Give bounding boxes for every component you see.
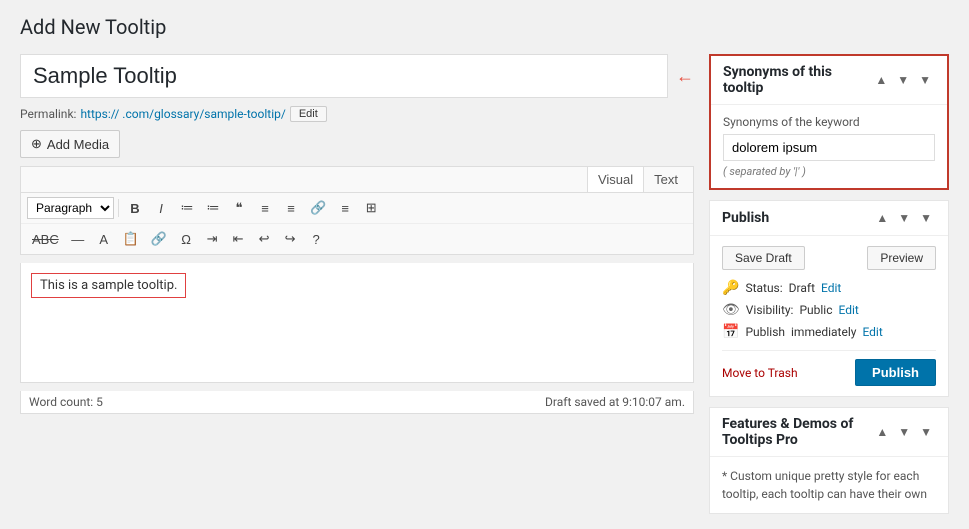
publish-collapse-down-button[interactable]: ▼ (894, 209, 914, 227)
title-input[interactable] (20, 54, 668, 98)
features-box-body: * Custom unique pretty style for each to… (710, 457, 948, 513)
add-media-icon: ⊕ (31, 136, 42, 152)
text-color-button[interactable]: A (92, 229, 116, 250)
synonyms-close-button[interactable]: ▼ (915, 71, 935, 89)
permalink-url[interactable]: https:// .com/glossary/sample-tooltip/ (80, 107, 285, 121)
publish-box-body: Save Draft Preview 🔑 Status: Draft Edit … (710, 236, 948, 396)
undo-button[interactable]: ↩ (252, 228, 276, 250)
toolbar-row-2: ABC — A 📋 🔗 Ω ⇥ ⇤ ↩ ↪ ? (21, 224, 693, 254)
features-box: Features & Demos of Tooltips Pro ▲ ▼ ▼ *… (709, 407, 949, 514)
publish-box-title: Publish (722, 210, 769, 226)
link-button[interactable]: 🔗 (305, 197, 331, 219)
editor-tabs: Visual Text (21, 167, 693, 193)
status-icon: 🔑 (722, 280, 739, 296)
content-area[interactable]: This is a sample tooltip. (20, 263, 694, 383)
status-row: 🔑 Status: Draft Edit (722, 280, 936, 296)
synonyms-box-header: Synonyms of this tooltip ▲ ▼ ▼ (711, 56, 947, 105)
editor-footer: Word count: 5 Draft saved at 9:10:07 am. (20, 391, 694, 414)
word-count: Word count: 5 (29, 395, 103, 409)
permalink-row: Permalink: https:// .com/glossary/sample… (20, 106, 694, 122)
synonyms-box: Synonyms of this tooltip ▲ ▼ ▼ Synonyms … (709, 54, 949, 190)
synonyms-box-controls: ▲ ▼ ▼ (871, 71, 935, 89)
synonyms-collapse-down-button[interactable]: ▼ (893, 71, 913, 89)
indent-button[interactable]: ⇥ (200, 228, 224, 250)
outdent-button[interactable]: ⇤ (226, 228, 250, 250)
tab-text[interactable]: Text (644, 167, 688, 192)
paste-as-text-button[interactable]: 📋 (118, 228, 144, 250)
publish-box: Publish ▲ ▼ ▼ Save Draft Preview 🔑 Statu… (709, 200, 949, 397)
toolbar-row-1: Paragraph B I ≔ ≔ ❝ ≡ ≡ 🔗 ≡ ⊞ (21, 193, 693, 224)
publish-box-header: Publish ▲ ▼ ▼ (710, 201, 948, 236)
visibility-label: Visibility: (746, 303, 794, 317)
toolbar-separator-1 (118, 199, 119, 217)
publish-box-controls: ▲ ▼ ▼ (872, 209, 936, 227)
align-left-button[interactable]: ≡ (253, 198, 277, 219)
italic-button[interactable]: I (149, 198, 173, 219)
page-title: Add New Tooltip (20, 15, 949, 39)
bold-button[interactable]: B (123, 198, 147, 219)
permalink-edit-button[interactable]: Edit (290, 106, 327, 122)
publish-footer: Move to Trash Publish (722, 350, 936, 386)
synonyms-hint: ( separated by '|' ) (723, 165, 935, 178)
move-to-trash-link[interactable]: Move to Trash (722, 366, 798, 380)
publish-button[interactable]: Publish (855, 359, 936, 386)
synonyms-collapse-up-button[interactable]: ▲ (871, 71, 891, 89)
draft-saved: Draft saved at 9:10:07 am. (545, 395, 685, 409)
publish-time-label: Publish (745, 325, 785, 339)
publish-buttons-row: Save Draft Preview (722, 246, 936, 270)
kitchen-sink-button[interactable]: ⊞ (359, 197, 383, 219)
publish-collapse-up-button[interactable]: ▲ (872, 209, 892, 227)
tab-visual[interactable]: Visual (587, 167, 644, 192)
synonyms-label: Synonyms of the keyword (723, 115, 935, 129)
publish-close-button[interactable]: ▼ (916, 209, 936, 227)
synonyms-input[interactable] (723, 134, 935, 161)
publish-time-value: immediately (791, 325, 856, 339)
status-value: Draft (789, 281, 815, 295)
permalink-label: Permalink: (20, 107, 76, 121)
strikethrough-button[interactable]: ABC (27, 229, 64, 250)
calendar-icon: 📅 (722, 324, 739, 340)
help-button[interactable]: ? (304, 229, 328, 250)
special-char-button[interactable]: Ω (174, 229, 198, 250)
status-label: Status: (745, 281, 782, 295)
visibility-row: 👁 Visibility: Public Edit (722, 302, 936, 318)
horizontal-rule-button[interactable]: — (66, 229, 90, 250)
publish-time-edit-link[interactable]: Edit (862, 325, 882, 339)
arrow-icon: ← (676, 66, 694, 87)
visibility-value: Public (799, 303, 832, 317)
align-center-button[interactable]: ≡ (279, 198, 303, 219)
visibility-edit-link[interactable]: Edit (839, 303, 859, 317)
status-edit-link[interactable]: Edit (821, 281, 841, 295)
redo-button[interactable]: ↪ (278, 228, 302, 250)
features-close-button[interactable]: ▼ (916, 423, 936, 441)
blockquote-button[interactable]: ❝ (227, 197, 251, 219)
synonyms-box-title: Synonyms of this tooltip (723, 64, 871, 96)
add-media-button[interactable]: ⊕ Add Media (20, 130, 120, 158)
features-box-controls: ▲ ▼ ▼ (872, 423, 936, 441)
remove-link-button[interactable]: 🔗 (146, 228, 172, 250)
save-draft-button[interactable]: Save Draft (722, 246, 805, 270)
publish-time-row: 📅 Publish immediately Edit (722, 324, 936, 340)
features-collapse-up-button[interactable]: ▲ (872, 423, 892, 441)
content-text: This is a sample tooltip. (31, 273, 186, 298)
unordered-list-button[interactable]: ≔ (175, 197, 199, 219)
features-box-header: Features & Demos of Tooltips Pro ▲ ▼ ▼ (710, 408, 948, 457)
ordered-list-button[interactable]: ≔ (201, 197, 225, 219)
synonyms-box-body: Synonyms of the keyword ( separated by '… (711, 105, 947, 188)
add-media-label: Add Media (47, 137, 109, 152)
features-text: * Custom unique pretty style for each to… (722, 467, 936, 503)
visibility-icon: 👁 (722, 302, 740, 318)
preview-button[interactable]: Preview (867, 246, 936, 270)
features-collapse-down-button[interactable]: ▼ (894, 423, 914, 441)
sidebar: Synonyms of this tooltip ▲ ▼ ▼ Synonyms … (709, 54, 949, 514)
features-box-title: Features & Demos of Tooltips Pro (722, 416, 872, 448)
read-more-button[interactable]: ≡ (333, 198, 357, 219)
paragraph-select[interactable]: Paragraph (27, 197, 114, 219)
